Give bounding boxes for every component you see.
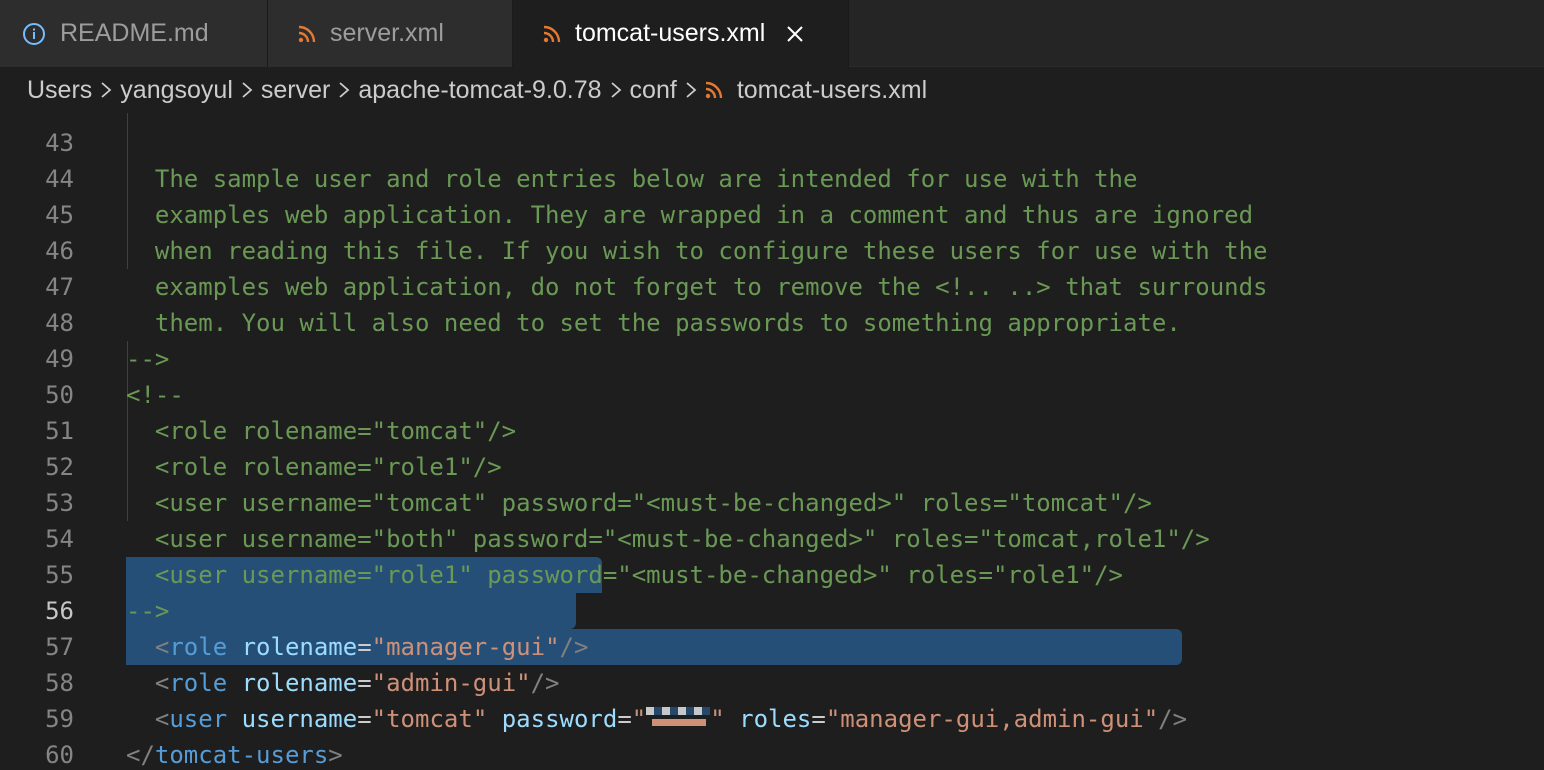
breadcrumb: Users yangsoyul server apache-tomcat-9.0… bbox=[0, 67, 1544, 113]
chevron-right-icon bbox=[685, 80, 697, 100]
code-line: 53 <user username="both" password="<must… bbox=[0, 449, 1544, 553]
code-line: 57 <role rolename="admin-gui"/> bbox=[0, 593, 1544, 697]
code-line: 60 bbox=[0, 701, 1544, 769]
code-line: 50 <role rolename="tomcat"/> bbox=[0, 341, 1544, 445]
tab-label: server.xml bbox=[330, 19, 444, 47]
tab-tomcat-users-xml[interactable]: tomcat-users.xml bbox=[513, 0, 849, 67]
code-line: 55 --> bbox=[0, 521, 1544, 625]
close-icon[interactable] bbox=[783, 22, 807, 46]
chevron-right-icon bbox=[100, 80, 112, 100]
breadcrumb-item-file[interactable]: tomcat-users.xml bbox=[705, 76, 927, 105]
code-line: 58 <user username="tomcat" password=" " r… bbox=[0, 629, 1544, 733]
tab-server-xml[interactable]: server.xml bbox=[268, 0, 513, 67]
editor-tab-bar: README.md server.xml tomcat-users.xml bbox=[0, 0, 1544, 67]
code-line: 45 when reading this file. If you wish t… bbox=[0, 161, 1544, 265]
breadcrumb-item-users[interactable]: Users bbox=[27, 76, 92, 105]
breadcrumb-item-server[interactable]: server bbox=[261, 76, 330, 105]
code-line: 56 <role rolename="manager-gui"/> bbox=[0, 557, 1544, 661]
tab-readme[interactable]: README.md bbox=[0, 0, 268, 67]
tab-label: README.md bbox=[60, 19, 209, 47]
code-line: 46 examples web application, do not forg… bbox=[0, 197, 1544, 301]
chevron-right-icon bbox=[338, 80, 350, 100]
line-text: </tomcat-users> bbox=[126, 741, 343, 769]
code-line: 43 The sample user and role entries belo… bbox=[0, 113, 1544, 193]
rss-icon bbox=[705, 81, 723, 99]
rss-icon bbox=[543, 25, 561, 43]
code-line: 52 <user username="tomcat" password="<mu… bbox=[0, 413, 1544, 517]
code-line: 49 <!-- bbox=[0, 305, 1544, 409]
breadcrumb-item-conf[interactable]: conf bbox=[630, 76, 677, 105]
code-line: 44 examples web application. They are wr… bbox=[0, 125, 1544, 229]
code-line: 54 <user username="role1" password="<mus… bbox=[0, 485, 1544, 589]
breadcrumb-file-label: tomcat-users.xml bbox=[736, 75, 928, 104]
line-number: 60 bbox=[45, 741, 74, 769]
code-line: 59 </tomcat-users> bbox=[0, 665, 1544, 769]
chevron-right-icon bbox=[241, 80, 253, 100]
tab-label: tomcat-users.xml bbox=[575, 19, 766, 47]
info-icon bbox=[22, 22, 46, 46]
code-line: 51 <role rolename="role1"/> bbox=[0, 377, 1544, 481]
breadcrumb-item-apache-tomcat[interactable]: apache-tomcat-9.0.78 bbox=[358, 76, 601, 105]
rss-icon bbox=[298, 25, 316, 43]
xml-tag: tomcat-users bbox=[154, 741, 329, 769]
code-editor[interactable]: 43 The sample user and role entries belo… bbox=[0, 113, 1544, 770]
breadcrumb-item-yangsoyul[interactable]: yangsoyul bbox=[120, 76, 233, 105]
code-line: 47 them. You will also need to set the p… bbox=[0, 233, 1544, 337]
chevron-right-icon bbox=[610, 80, 622, 100]
code-line: 48 --> bbox=[0, 269, 1544, 373]
